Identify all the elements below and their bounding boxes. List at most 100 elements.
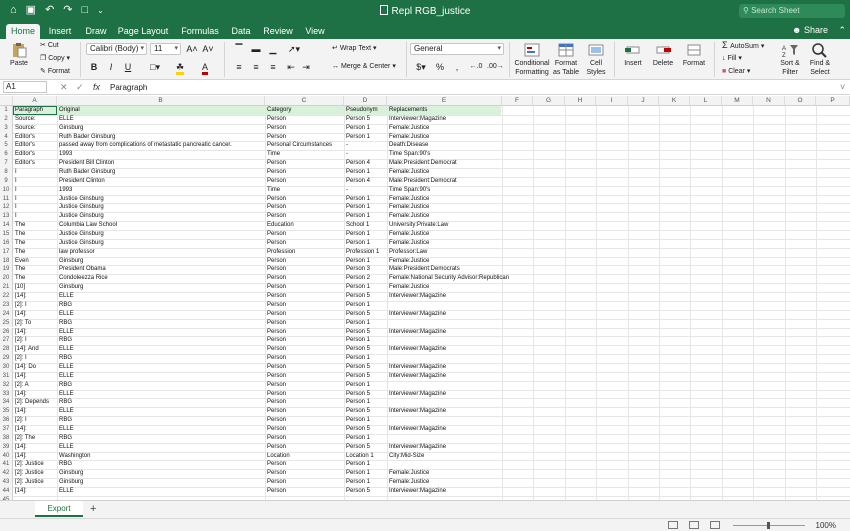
table-cell[interactable]: RBG bbox=[58, 416, 72, 425]
decrease-decimal-icon[interactable]: .00→ bbox=[487, 61, 504, 73]
table-cell[interactable]: Person bbox=[266, 168, 286, 177]
table-cell[interactable]: Location bbox=[266, 452, 290, 461]
table-cell[interactable]: [14]: bbox=[14, 310, 27, 319]
font-color-icon[interactable]: A bbox=[197, 61, 213, 75]
table-cell[interactable]: Source: bbox=[14, 115, 36, 124]
row-header[interactable]: 13 bbox=[0, 212, 13, 222]
table-cell[interactable]: Person 1 bbox=[345, 257, 370, 266]
row-header[interactable]: 39 bbox=[0, 442, 13, 452]
table-cell[interactable]: Person 5 bbox=[345, 425, 370, 434]
row-header[interactable]: 18 bbox=[0, 256, 13, 266]
table-cell[interactable]: Person 1 bbox=[345, 168, 370, 177]
borders-icon[interactable]: □▾ bbox=[146, 61, 164, 73]
table-cell[interactable]: Ruth Bader Ginsburg bbox=[58, 133, 115, 142]
table-cell[interactable] bbox=[388, 301, 389, 310]
sheet-tab-export[interactable]: Export bbox=[35, 501, 83, 517]
table-cell[interactable]: Person 4 bbox=[345, 177, 370, 186]
table-cell[interactable]: ELLE bbox=[58, 372, 74, 381]
table-cell[interactable]: The bbox=[14, 265, 25, 274]
table-cell[interactable]: Person 4 bbox=[345, 159, 370, 168]
column-header[interactable]: J bbox=[628, 96, 659, 106]
table-cell[interactable] bbox=[388, 398, 389, 407]
tab-insert[interactable]: Insert bbox=[44, 24, 76, 39]
row-header[interactable]: 37 bbox=[0, 424, 13, 434]
table-cell[interactable]: Person 1 bbox=[345, 283, 370, 292]
table-cell[interactable]: Person 1 bbox=[345, 133, 370, 142]
table-cell[interactable]: The bbox=[14, 239, 25, 248]
ribbon-collapse-icon[interactable]: ⌃ bbox=[838, 24, 846, 37]
table-cell[interactable]: I bbox=[14, 186, 17, 195]
table-cell[interactable]: Editor's bbox=[14, 150, 35, 159]
tab-formulas[interactable]: Formulas bbox=[178, 24, 222, 39]
table-cell[interactable]: Person bbox=[266, 469, 286, 478]
cancel-icon[interactable]: ✕ bbox=[60, 81, 68, 93]
table-cell[interactable]: [14]: bbox=[14, 443, 27, 452]
table-cell[interactable]: Person 1 bbox=[345, 195, 370, 204]
autosum-button[interactable]: Σ AutoSum ▾ bbox=[722, 41, 764, 51]
align-left-icon[interactable]: ≡ bbox=[232, 61, 246, 73]
fill-color-icon[interactable]: ☘ bbox=[172, 61, 188, 75]
row-header[interactable]: 32 bbox=[0, 380, 13, 390]
table-cell[interactable]: ELLE bbox=[58, 390, 74, 399]
name-box[interactable]: A1 bbox=[3, 81, 47, 93]
column-header[interactable]: L bbox=[690, 96, 722, 106]
tab-view[interactable]: View bbox=[301, 24, 329, 39]
table-cell[interactable]: I bbox=[14, 177, 17, 186]
search-sheet-input[interactable]: ⚲ Search Sheet bbox=[739, 4, 845, 18]
table-cell[interactable]: [14]: bbox=[14, 407, 27, 416]
row-header[interactable]: 33 bbox=[0, 389, 13, 399]
table-cell[interactable]: ELLE bbox=[58, 310, 74, 319]
tab-review[interactable]: Review bbox=[260, 24, 296, 39]
zoom-level[interactable]: 100% bbox=[816, 520, 836, 531]
table-cell[interactable]: Editor's bbox=[14, 159, 35, 168]
table-cell[interactable]: Person bbox=[266, 230, 286, 239]
font-name-select[interactable]: Calibri (Body) bbox=[86, 43, 147, 55]
row-header[interactable]: 41 bbox=[0, 460, 13, 470]
table-cell[interactable]: Person bbox=[266, 274, 286, 283]
table-cell[interactable]: Interviewer:Magazine bbox=[388, 443, 446, 452]
table-cell[interactable]: 1993 bbox=[58, 150, 72, 159]
column-header[interactable]: B bbox=[57, 96, 265, 106]
table-cell[interactable]: Profession 1 bbox=[345, 248, 379, 257]
table-cell[interactable]: Columbia Law School bbox=[58, 221, 117, 230]
table-cell[interactable]: Person bbox=[266, 115, 286, 124]
table-cell[interactable]: law professor bbox=[58, 248, 95, 257]
row-header[interactable]: 2 bbox=[0, 114, 13, 124]
table-cell[interactable]: Person 5 bbox=[345, 345, 370, 354]
table-cell[interactable]: Editor's bbox=[14, 141, 35, 150]
align-top-icon[interactable]: ▔ bbox=[232, 43, 246, 55]
table-cell[interactable]: University:Private:Law bbox=[388, 221, 448, 230]
table-cell[interactable]: RBG bbox=[58, 398, 72, 407]
table-cell[interactable]: Person 5 bbox=[345, 443, 370, 452]
table-cell[interactable]: Person 1 bbox=[345, 460, 370, 469]
table-cell[interactable]: ELLE bbox=[58, 363, 74, 372]
table-cell[interactable]: Interviewer:Magazine bbox=[388, 425, 446, 434]
row-header[interactable]: 1 bbox=[0, 106, 13, 115]
table-cell[interactable]: Person 1 bbox=[345, 239, 370, 248]
underline-button[interactable]: U bbox=[122, 61, 134, 73]
decrease-font-icon[interactable]: A˅ bbox=[202, 43, 214, 55]
row-header[interactable]: 29 bbox=[0, 354, 13, 363]
clear-button[interactable]: ■ Clear ▾ bbox=[722, 67, 750, 76]
table-cell[interactable]: I bbox=[14, 203, 17, 212]
table-cell[interactable]: Person 1 bbox=[345, 398, 370, 407]
table-cell[interactable]: Ginsburg bbox=[58, 283, 83, 292]
table-cell[interactable]: Male:President:Democrat bbox=[388, 159, 457, 168]
row-header[interactable]: 15 bbox=[0, 230, 13, 239]
table-cell[interactable]: ELLE bbox=[58, 443, 74, 452]
table-cell[interactable]: passed away from complications of metast… bbox=[58, 141, 232, 150]
table-cell[interactable] bbox=[388, 381, 389, 390]
table-cell[interactable]: Female:Justice bbox=[388, 478, 429, 487]
table-cell[interactable]: Person bbox=[266, 416, 286, 425]
row-header[interactable]: 5 bbox=[0, 141, 13, 151]
fill-button[interactable]: ↓ Fill ▾ bbox=[722, 54, 742, 63]
select-all-corner[interactable] bbox=[0, 96, 13, 106]
table-cell[interactable]: [14]: bbox=[14, 425, 27, 434]
row-header[interactable]: 8 bbox=[0, 168, 13, 177]
column-header[interactable]: F bbox=[502, 96, 533, 106]
table-cell[interactable]: Male:President:Democrat bbox=[388, 177, 457, 186]
percent-button[interactable]: % bbox=[434, 61, 446, 73]
table-cell[interactable]: RBG bbox=[58, 301, 72, 310]
row-header[interactable]: 40 bbox=[0, 451, 13, 461]
table-cell[interactable]: [2]: To bbox=[14, 319, 31, 328]
